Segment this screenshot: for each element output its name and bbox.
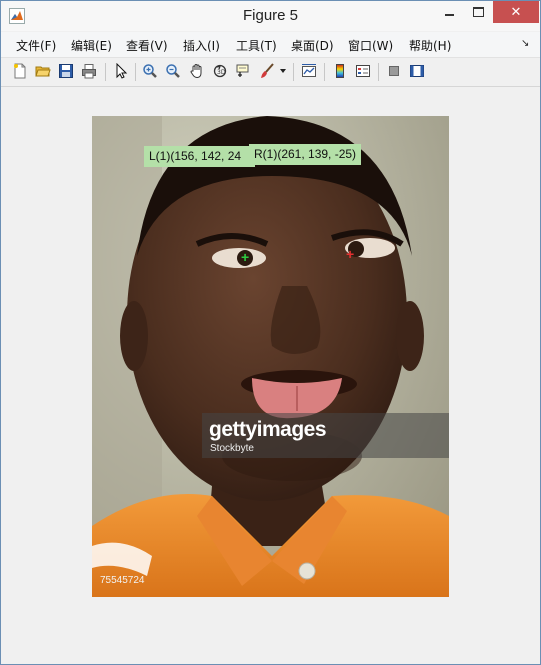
minimize-button[interactable] <box>434 1 464 23</box>
menu-window[interactable]: 窗口(W) <box>348 37 393 54</box>
datatip-left[interactable]: L(1)(156, 142, 24 <box>144 146 255 167</box>
menu-tools[interactable]: 工具(T) <box>236 37 277 54</box>
menu-edit[interactable]: 编辑(E) <box>71 37 112 54</box>
toolbar-separator <box>293 63 294 81</box>
close-icon: ✕ <box>510 4 522 19</box>
toolbar-separator <box>378 63 379 81</box>
figure-window: Figure 5 ✕ 文件(F) 编辑(E) 查看(V) 插入(I) 工具(T)… <box>0 0 541 665</box>
new-figure-icon[interactable] <box>11 62 29 80</box>
displayed-image[interactable]: gettyimages Stockbyte 75545724 + + L(1)(… <box>92 116 449 597</box>
hide-plot-tools-icon[interactable] <box>385 62 403 80</box>
menu-dock-arrow-icon[interactable]: ↘ <box>521 38 529 49</box>
pan-hand-icon[interactable] <box>188 62 206 80</box>
menu-file[interactable]: 文件(F) <box>16 37 56 54</box>
right-eye-marker-icon[interactable]: + <box>346 247 354 261</box>
maximize-button[interactable] <box>463 1 493 23</box>
edit-plot-arrow-icon[interactable] <box>112 62 130 80</box>
minimize-icon <box>444 14 454 16</box>
left-eye-marker-icon[interactable]: + <box>241 250 249 264</box>
menu-insert[interactable]: 插入(I) <box>183 37 220 54</box>
title-bar[interactable]: Figure 5 ✕ <box>1 1 540 31</box>
watermark-logo: gettyimages <box>209 418 327 441</box>
datatip-right[interactable]: R(1)(261, 139, -25) <box>249 144 362 165</box>
show-plot-tools-icon[interactable] <box>408 62 426 80</box>
image-id-label: 75545724 <box>100 575 145 586</box>
svg-text:3D: 3D <box>217 69 226 76</box>
toolbar-separator <box>135 63 136 81</box>
menu-view[interactable]: 查看(V) <box>126 37 168 54</box>
brush-icon[interactable] <box>258 62 276 80</box>
rotate-3d-icon[interactable]: 3D <box>211 62 229 80</box>
link-plot-icon[interactable] <box>300 62 318 80</box>
portrait-photo <box>92 116 449 597</box>
legend-icon[interactable] <box>354 62 372 80</box>
menu-help[interactable]: 帮助(H) <box>409 37 451 54</box>
menu-desktop[interactable]: 桌面(D) <box>291 37 334 54</box>
print-icon[interactable] <box>80 62 98 80</box>
save-icon[interactable] <box>57 62 75 80</box>
brush-dropdown-chevron-icon[interactable] <box>278 62 288 80</box>
close-button[interactable]: ✕ <box>493 1 539 23</box>
menu-bar: 文件(F) 编辑(E) 查看(V) 插入(I) 工具(T) 桌面(D) 窗口(W… <box>1 32 540 58</box>
figure-toolbar: 3D <box>1 58 540 87</box>
zoom-in-icon[interactable] <box>141 62 159 80</box>
zoom-out-icon[interactable] <box>164 62 182 80</box>
data-cursor-icon[interactable] <box>234 62 252 80</box>
figure-canvas: gettyimages Stockbyte 75545724 + + L(1)(… <box>1 87 540 664</box>
open-file-icon[interactable] <box>34 62 52 80</box>
watermark-credit: Stockbyte <box>210 443 254 454</box>
toolbar-separator <box>324 63 325 81</box>
toolbar-separator <box>105 63 106 81</box>
maximize-icon <box>472 7 484 17</box>
colorbar-icon[interactable] <box>331 62 349 80</box>
